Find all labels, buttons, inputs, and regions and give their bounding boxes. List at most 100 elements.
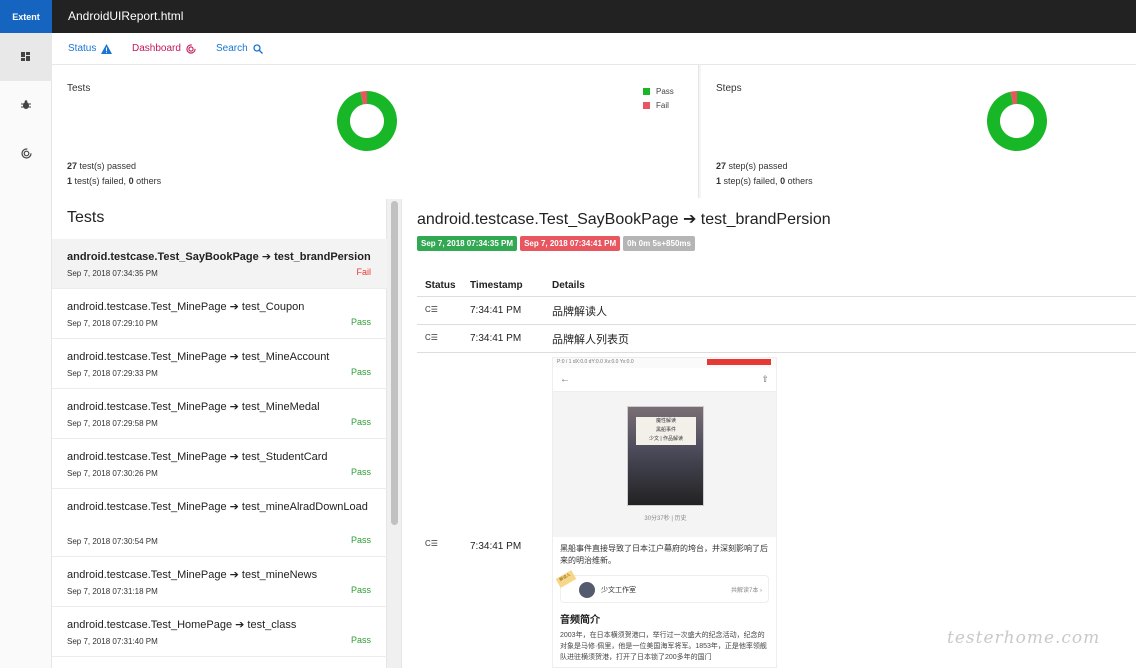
test-status: Pass [350,585,371,595]
steps-failed-count: 1 [716,176,722,186]
audio-intro-body: 2003年，在日本横须贺港口，举行过一次盛大的纪念活动，纪念的对象是马修·佩里，… [560,632,767,661]
nav-category-view[interactable] [0,81,52,129]
test-list-item[interactable]: android.testcase.Test_MinePage ➔ test_St… [52,439,387,489]
log-info-icon: C☰ [425,305,438,314]
test-status: Pass [350,317,371,327]
tests-failed-summary: 1 test(s) failed, 0 others [67,176,161,186]
test-time: Sep 7, 2018 07:29:33 PM [67,369,158,378]
tests-card: Tests Pass Fail 27 test(s) passed 1 test… [52,65,699,198]
audio-intro-heading: 音频简介 [560,615,600,626]
tab-dashboard[interactable]: Dashboard [132,43,196,54]
test-time: Sep 7, 2018 07:31:40 PM [67,637,158,646]
tab-status[interactable]: Status [68,43,113,54]
duration-badge: 0h 0m 5s+850ms [623,236,695,251]
test-list-item[interactable]: android.testcase.Test_MinePage ➔ test_Co… [52,289,387,339]
tests-donut-chart [337,91,397,151]
steps-others-text: others [787,176,813,186]
test-list-item[interactable]: android.testcase.Test_MinePage ➔ test_Mi… [52,389,387,439]
log-screenshot[interactable]: P:0 / 1 dX:0.0 dY:0.0 Xv:0.0 Yv:0.0 ← ⇧ … [552,357,777,668]
tests-failed-text: test(s) failed, [74,176,127,186]
tests-passed-text: test(s) passed [79,161,137,171]
dashboard-panel: Tests Pass Fail 27 test(s) passed 1 test… [52,65,1136,198]
spiral-icon [186,43,196,54]
chart-legend: Pass Fail [643,84,674,112]
test-status: Fail [356,267,371,277]
phone-book-hero: 魔性解读 黑船事件 少文 | 作品解读 30分37秒 | 历史 [553,392,776,537]
test-time: Sep 7, 2018 07:29:58 PM [67,419,158,428]
steps-passed-summary: 27 step(s) passed [716,161,788,171]
share-icon: ⇧ [761,374,769,384]
dashboard-grid-icon [21,52,30,61]
test-status: Pass [350,417,371,427]
side-nav [0,33,52,668]
steps-failed-summary: 1 step(s) failed, 0 others [716,176,813,186]
author-name: 少文工作室 [601,587,636,594]
log-timestamp: 7:34:41 PM [470,541,522,552]
test-list-scrollbar[interactable] [387,199,402,668]
back-arrow-icon: ← [560,374,570,385]
tests-others-count: 0 [128,176,134,186]
search-icon [253,43,263,54]
log-table-header: Status Timestamp Details [417,277,1136,297]
tests-failed-count: 1 [67,176,73,186]
brand-logo[interactable]: Extent [0,0,52,33]
log-info-icon: C☰ [425,333,438,342]
book-description: 黑船事件直接导致了日本江户幕府的垮台，并深刻影响了后来的明治维新。 [560,544,768,565]
phone-nav-bar: ← ⇧ [553,368,776,392]
author-card: 解读人 少文工作室 共解读7本 › [555,570,769,603]
test-name: android.testcase.Test_MinePage ➔ test_Mi… [67,401,320,413]
detail-test-title: android.testcase.Test_SayBookPage ➔ test… [417,211,831,228]
test-name: android.testcase.Test_MinePage ➔ test_St… [67,451,328,463]
test-list-item[interactable]: android.testcase.Test_MinePage ➔ test_Mi… [52,339,387,389]
test-list-item[interactable]: android.testcase.Test_MinePage ➔ test_mi… [52,557,387,607]
book-label-top: 魔性解读 [655,418,676,424]
phone-status-highlight [707,359,771,365]
legend-fail-label: Fail [656,100,669,110]
test-time: Sep 7, 2018 07:30:26 PM [67,469,158,478]
test-status: Pass [350,635,371,645]
test-status: Pass [350,535,371,545]
tests-passed-summary: 27 test(s) passed [67,161,136,171]
test-name: android.testcase.Test_SayBookPage ➔ test… [67,251,371,263]
tests-passed-count: 27 [67,161,78,171]
steps-card-title: Steps [716,83,742,94]
steps-others-count: 0 [780,176,786,186]
log-info-icon: C☰ [425,539,438,548]
top-bar: Extent AndroidUIReport.html [0,0,1136,33]
test-list-pane: Tests android.testcase.Test_SayBookPage … [52,199,387,668]
scrollbar-thumb[interactable] [391,201,398,525]
legend-pass-label: Pass [656,86,674,96]
legend-fail-swatch [643,101,650,109]
steps-donut-chart [987,91,1047,151]
sub-nav: Status Dashboard Search [52,33,1136,65]
legend-fail[interactable]: Fail [643,98,674,112]
start-time-badge: Sep 7, 2018 07:34:35 PM [417,236,518,251]
tab-dashboard-label: Dashboard [132,43,181,54]
bug-icon [21,100,31,109]
log-details: 品牌解读人 [552,306,607,318]
nav-dashboard-view[interactable] [0,129,52,177]
test-name: android.testcase.Test_MinePage ➔ test_mi… [67,569,318,581]
legend-pass[interactable]: Pass [643,84,674,98]
phone-status-bar: P:0 / 1 dX:0.0 dY:0.0 Xv:0.0 Yv:0.0 [553,358,776,368]
book-label-subtitle: 少文 | 作品解读 [648,436,684,442]
test-name: android.testcase.Test_MinePage ➔ test_Co… [67,301,305,313]
test-time: Sep 7, 2018 07:29:10 PM [67,319,158,328]
test-list-item[interactable]: android.testcase.Test_SayBookPage ➔ test… [52,239,387,289]
watermark: testerhome.com [947,628,1101,648]
report-title: AndroidUIReport.html [68,9,184,23]
tab-search[interactable]: Search [216,43,263,54]
column-timestamp: Timestamp [470,280,523,291]
phone-status-text: P:0 / 1 dX:0.0 dY:0.0 Xv:0.0 Yv:0.0 [557,359,634,365]
warning-icon [101,43,113,54]
test-status: Pass [350,467,371,477]
test-list-item[interactable]: android.testcase.Test_HomePage ➔ test_cl… [52,607,387,657]
test-list-heading: Tests [67,209,105,226]
test-time: Sep 7, 2018 07:34:35 PM [67,269,158,278]
tests-card-title: Tests [67,83,91,94]
test-list-item[interactable]: android.testcase.Test_MinePage ➔ test_mi… [52,489,387,557]
nav-test-view[interactable] [0,33,52,81]
end-time-badge: Sep 7, 2018 07:34:41 PM [520,236,621,251]
steps-passed-text: step(s) passed [728,161,788,171]
log-row: C☰ 7:34:41 PM 品牌解人列表页 [417,325,1136,353]
